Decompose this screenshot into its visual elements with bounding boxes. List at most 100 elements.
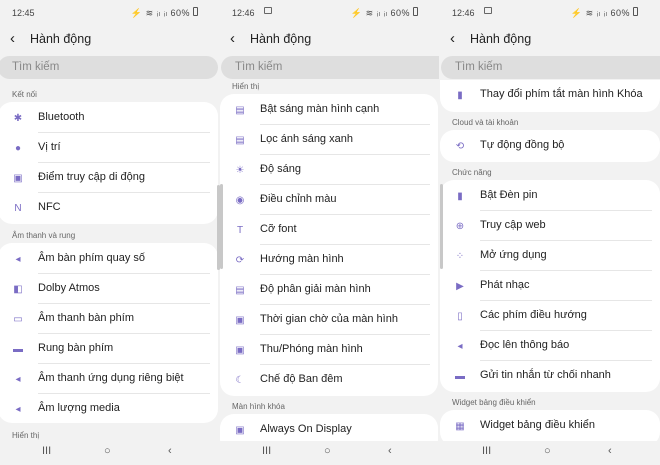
list-item-label: Cỡ font — [260, 223, 297, 235]
list-item[interactable]: ◂ Âm bàn phím quay số — [0, 244, 218, 274]
search-input[interactable]: Tìm kiếm — [221, 56, 439, 79]
list-item-label: Điểm truy cập di động — [38, 171, 145, 183]
list-item[interactable]: ▶ Phát nhạc — [440, 271, 660, 301]
list-item-label: Gửi tin nhắn từ chối nhanh — [480, 369, 611, 381]
list-item-label: Hướng màn hình — [260, 253, 344, 265]
volume-icon: ◂ — [15, 404, 21, 415]
back-arrow-icon[interactable]: ‹ — [230, 30, 235, 47]
list-item[interactable]: ◂ Đọc lên thông báo — [440, 331, 660, 361]
list-item-label: Chế độ Ban đêm — [260, 373, 343, 385]
list-item-label: Âm thanh ứng dụng riêng biệt — [38, 372, 184, 384]
list-item[interactable]: ▣ Điểm truy cập di động — [0, 163, 218, 193]
battery-icon — [413, 7, 418, 16]
list-item[interactable]: ▮ Thay đổi phím tắt màn hình Khóa — [440, 80, 660, 110]
navigation-bar: III ○ ‹ — [220, 441, 440, 465]
list-item[interactable]: ▬ Rung bàn phím — [0, 334, 218, 364]
globe-icon: ⊕ — [455, 221, 465, 232]
list-item[interactable]: ✱ Bluetooth — [0, 103, 218, 133]
back-button[interactable]: ‹ — [608, 445, 612, 457]
section-header-lock-screen: Màn hình khóa — [232, 402, 285, 411]
recents-button[interactable]: III — [42, 445, 51, 457]
list-item[interactable]: N NFC — [0, 193, 218, 223]
list-item[interactable]: ▦ Widget bảng điều khiển — [440, 411, 660, 441]
home-button[interactable]: ○ — [544, 445, 551, 457]
nfc-icon: N — [14, 203, 22, 214]
section-header-cloud: Cloud và tài khoản — [452, 118, 519, 127]
section-header-display: Hiển thị — [12, 431, 40, 440]
list-item[interactable]: ▬ Gửi tin nhắn từ chối nhanh — [440, 361, 660, 391]
search-input[interactable]: Tìm kiếm — [441, 56, 660, 79]
functions-card: ▮ Bật Đèn pin ⊕ Truy cập web ⁘ Mở ứng dụng ▶ Ph… — [440, 180, 660, 392]
display-card: ▤ Bật sáng màn hình cạnh ▤ Lọc ánh sáng xan… — [220, 94, 438, 396]
list-item[interactable]: ▤ Bật sáng màn hình cạnh — [220, 95, 438, 125]
list-item[interactable]: ▤ Lọc ánh sáng xanh — [220, 125, 438, 155]
list-item[interactable]: ☾ Chế độ Ban đêm — [220, 365, 438, 395]
list-item-label: Bật Đèn pin — [480, 189, 538, 201]
read-notification-icon: ◂ — [457, 341, 463, 352]
moon-icon: ☾ — [235, 375, 245, 386]
list-item[interactable]: ▣ Thời gian chờ của màn hình — [220, 305, 438, 335]
battery-icon — [193, 7, 198, 16]
list-item-label: Rung bàn phím — [38, 342, 114, 354]
list-item[interactable]: ⊕ Truy cập web — [440, 211, 660, 241]
list-item[interactable]: ⟲ Tự động đồng bộ — [440, 131, 660, 161]
page-title: Hành động — [470, 32, 532, 46]
list-item[interactable]: ◂ Âm lượng media — [0, 394, 218, 424]
gallery-icon — [264, 7, 272, 14]
home-button[interactable]: ○ — [324, 445, 331, 457]
back-arrow-icon[interactable]: ‹ — [450, 30, 455, 47]
list-item[interactable]: ◧ Dolby Atmos — [0, 274, 218, 304]
back-button[interactable]: ‹ — [168, 445, 172, 457]
status-bar: 12:46 ⚡ ≋ ᵢₗ ᵢₗ 60% — [220, 0, 440, 26]
keyboard-sound-icon: ▭ — [13, 314, 23, 325]
apps-grid-icon: ⁘ — [455, 251, 465, 262]
list-item-label: Always On Display — [260, 423, 352, 435]
rotate-icon: ⟳ — [235, 255, 245, 266]
widget-icon: ▦ — [455, 421, 465, 432]
list-item[interactable]: ⟳ Hướng màn hình — [220, 245, 438, 275]
status-bar: 12:46 ⚡ ≋ ᵢₗ ᵢₗ 60% — [440, 0, 660, 26]
recents-button[interactable]: III — [262, 445, 271, 457]
list-item[interactable]: ▮ Bật Đèn pin — [440, 181, 660, 211]
scrollbar[interactable] — [220, 184, 223, 269]
back-arrow-icon[interactable]: ‹ — [10, 30, 15, 47]
list-item-label: NFC — [38, 201, 61, 213]
list-item[interactable]: ◉ Điều chỉnh màu — [220, 185, 438, 215]
list-item[interactable]: ▣ Thu/Phóng màn hình — [220, 335, 438, 365]
list-item[interactable]: ⁘ Mở ứng dụng — [440, 241, 660, 271]
status-time: 12:46 — [452, 8, 475, 18]
list-item-label: Vị trí — [38, 141, 61, 153]
section-header-display: Hiển thị — [232, 82, 260, 91]
list-item[interactable]: T Cỡ font — [220, 215, 438, 245]
list-item[interactable]: ▭ Âm thanh bàn phím — [0, 304, 218, 334]
list-item-label: Truy cập web — [480, 219, 546, 231]
list-item[interactable]: ☀ Độ sáng — [220, 155, 438, 185]
lock-shortcut-card: ▮ Thay đổi phím tắt màn hình Khóa — [440, 80, 660, 112]
search-placeholder: Tìm kiếm — [455, 61, 503, 73]
vibrate-icon: ▬ — [13, 344, 23, 355]
back-button[interactable]: ‹ — [388, 445, 392, 457]
status-time: 12:46 — [232, 8, 255, 18]
lock-shortcut-icon: ▮ — [457, 90, 463, 101]
app-bar: ‹ Hành động — [220, 26, 440, 54]
section-header-widget: Widget bảng điều khiển — [452, 398, 536, 407]
search-input[interactable]: Tìm kiếm — [0, 56, 218, 79]
palette-icon: ◉ — [235, 195, 245, 206]
home-button[interactable]: ○ — [104, 445, 111, 457]
list-item[interactable]: ◂ Âm thanh ứng dụng riêng biệt — [0, 364, 218, 394]
list-item-label: Mở ứng dụng — [480, 249, 547, 261]
list-item-label: Thay đổi phím tắt màn hình Khóa — [480, 88, 643, 100]
list-item-label: Điều chỉnh màu — [260, 193, 337, 205]
blue-light-filter-icon: ▤ — [235, 135, 245, 146]
list-item[interactable]: ● Vị trí — [0, 133, 218, 163]
gallery-icon — [484, 7, 492, 14]
search-placeholder: Tìm kiếm — [235, 61, 283, 73]
list-item[interactable]: ▯ Các phím điều hướng — [440, 301, 660, 331]
list-item[interactable]: ▤ Độ phân giải màn hình — [220, 275, 438, 305]
scrollbar[interactable] — [440, 184, 443, 269]
list-item-label: Âm lượng media — [38, 402, 120, 414]
recents-button[interactable]: III — [482, 445, 491, 457]
resolution-icon: ▤ — [235, 285, 245, 296]
status-bar: 12:45 ⚡ ≋ ᵢₗ ᵢₗ 60% — [0, 0, 220, 26]
status-icons: ⚡ ≋ ᵢₗ ᵢₗ 60% — [350, 8, 410, 18]
